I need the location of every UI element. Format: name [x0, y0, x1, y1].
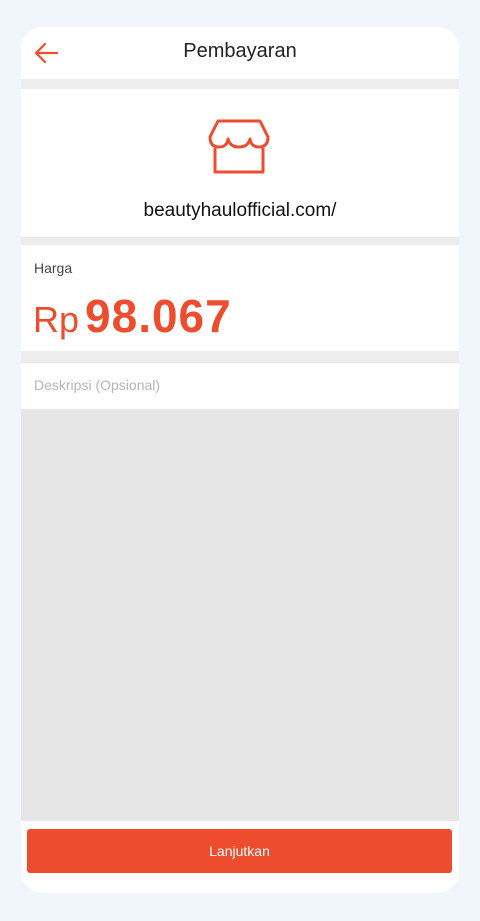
- content-area: [21, 409, 459, 821]
- divider: [21, 237, 459, 245]
- price-value: Rp 98.067: [33, 289, 232, 343]
- app-header: Pembayaran: [21, 27, 459, 79]
- phone-screen: Pembayaran beautyhaulofficial.com/ Harga…: [21, 27, 459, 893]
- divider: [21, 79, 459, 89]
- store-name: beautyhaulofficial.com/: [143, 200, 337, 221]
- storefront-icon: [208, 119, 270, 174]
- continue-button[interactable]: Lanjutkan: [27, 829, 452, 873]
- page-title: Pembayaran: [183, 40, 297, 62]
- price-amount: 98.067: [85, 290, 232, 342]
- price-label: Harga: [34, 260, 73, 276]
- divider: [21, 351, 459, 363]
- description-input[interactable]: [34, 377, 444, 393]
- currency-label: Rp: [33, 299, 80, 340]
